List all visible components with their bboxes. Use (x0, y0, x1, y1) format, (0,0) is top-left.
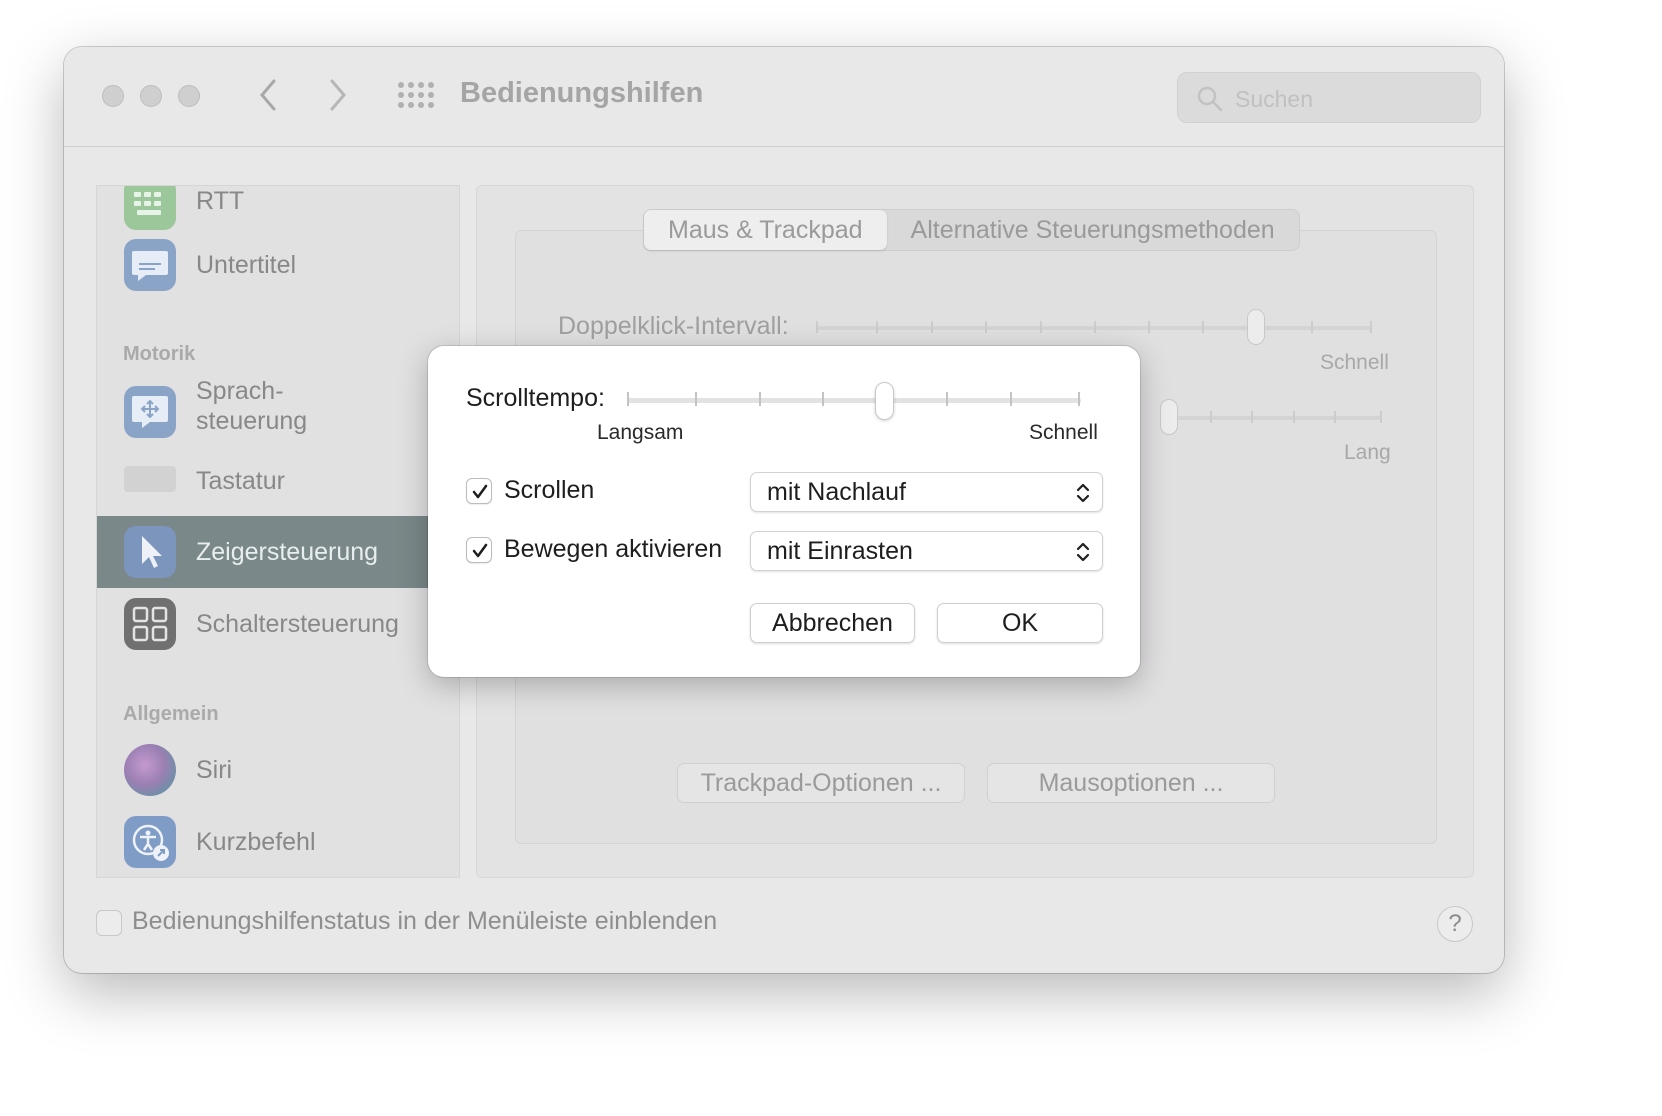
keyboard-icon (124, 466, 176, 492)
move-checkbox[interactable] (466, 537, 492, 563)
sidebar-item-siri[interactable]: Siri (97, 734, 459, 806)
slider-tick (759, 392, 761, 406)
sidebar-item-label: Schaltersteuerung (196, 610, 399, 638)
checkmark-icon (472, 484, 488, 499)
tab-maus-trackpad[interactable]: Maus & Trackpad (644, 210, 887, 250)
slider-tick (1370, 321, 1372, 333)
zoom-window-button[interactable] (178, 85, 200, 107)
close-window-button[interactable] (102, 85, 124, 107)
menu-bar-status-label: Bedienungshilfenstatus in der Menüleiste… (132, 907, 718, 935)
scroll-checkbox-label: Scrollen (504, 476, 595, 504)
voice-control-icon (124, 386, 176, 438)
slider-tick (1210, 411, 1212, 423)
captions-icon (124, 239, 176, 291)
forward-arrow-icon[interactable] (322, 77, 352, 113)
siri-icon (124, 744, 176, 796)
title-bar: Bedienungshilfen Suchen (64, 47, 1504, 147)
move-checkbox-label: Bewegen aktivieren (504, 535, 723, 563)
slider-tick (946, 392, 948, 406)
slider-tick (1040, 321, 1042, 333)
sidebar-item-rtt[interactable]: RTT (97, 186, 459, 234)
move-mode-value: mit Einrasten (767, 537, 913, 565)
help-button[interactable]: ? (1437, 906, 1473, 942)
cancel-button[interactable]: Abbrechen (750, 603, 915, 643)
sidebar-item-schaltersteuerung[interactable]: Schaltersteuerung (97, 588, 459, 660)
slider-tick (1202, 321, 1204, 333)
ok-button[interactable]: OK (937, 603, 1103, 643)
slider-tick (695, 392, 697, 406)
menu-bar-status-checkbox[interactable] (96, 910, 122, 936)
sidebar-item-tastatur[interactable]: Tastatur (97, 446, 459, 518)
slider-tick (931, 321, 933, 333)
sidebar-item-label: RTT (196, 187, 245, 215)
sidebar-item-label: Sprach- (196, 377, 284, 405)
slider-tick (1078, 392, 1080, 406)
slider-tick (816, 321, 818, 333)
second-slider-knob[interactable] (1160, 399, 1178, 435)
section-header-motorik: Motorik (123, 343, 196, 365)
slider-min-label: Langsam (597, 421, 684, 444)
sidebar-item-label: Kurzbefehl (196, 828, 316, 856)
slider-tick (1094, 321, 1096, 333)
keyboard-rtt-icon (124, 186, 176, 230)
second-slider-track[interactable] (1166, 416, 1382, 420)
sidebar-item-sprachsteuerung[interactable]: Sprach- steuerung (97, 376, 459, 452)
search-field[interactable]: Suchen (1177, 72, 1481, 123)
slider-tick (1010, 392, 1012, 406)
sidebar-item-label: Zeigersteuerung (196, 538, 379, 566)
back-arrow-icon[interactable] (254, 77, 284, 113)
scroll-checkbox[interactable] (466, 478, 492, 504)
search-placeholder: Suchen (1235, 86, 1314, 112)
accessibility-shortcut-icon (124, 816, 176, 868)
section-header-allgemein: Allgemein (123, 703, 219, 725)
slider-tick (1251, 411, 1253, 423)
sidebar-item-label: Siri (196, 756, 233, 784)
sidebar: RTT Untertitel Motorik Sprach- steuerung… (96, 185, 460, 878)
trackpad-options-button[interactable]: Trackpad-Optionen ... (677, 763, 965, 803)
double-click-slider-knob[interactable] (1247, 309, 1265, 345)
switch-control-icon (124, 598, 176, 650)
double-click-interval-label: Doppelklick-Intervall: (558, 312, 789, 340)
slider-tick (1293, 411, 1295, 423)
scroll-mode-value: mit Nachlauf (767, 478, 906, 506)
checkmark-icon (472, 543, 488, 558)
slider-tick (876, 321, 878, 333)
double-click-max-label: Schnell (1320, 351, 1389, 374)
slider-tick (1311, 321, 1313, 333)
scroll-options-dialog: Scrolltempo: Langsam Schnell Scrollen mi… (428, 346, 1140, 677)
sidebar-item-label-line2: steuerung (196, 407, 308, 435)
popup-chevrons-icon (1076, 542, 1090, 562)
slider-tick (1380, 411, 1382, 423)
scroll-speed-label: Scrolltempo: (466, 384, 605, 412)
slider-tick (1148, 321, 1150, 333)
scroll-speed-slider-knob[interactable] (875, 382, 894, 420)
mouse-options-button[interactable]: Mausoptionen ... (987, 763, 1275, 803)
scroll-mode-popup[interactable]: mit Nachlauf (750, 472, 1103, 512)
minimize-window-button[interactable] (140, 85, 162, 107)
tab-alternative-steuerungsmethoden[interactable]: Alternative Steuerungsmethoden (887, 210, 1299, 250)
second-slider-max-label: Lang (1344, 441, 1391, 464)
slider-tick (822, 392, 824, 406)
move-mode-popup[interactable]: mit Einrasten (750, 531, 1103, 571)
sidebar-item-label: Tastatur (196, 467, 285, 495)
search-icon (1197, 86, 1223, 112)
slider-tick (627, 392, 629, 406)
sidebar-item-zeigersteuerung[interactable]: Zeigersteuerung (97, 516, 459, 588)
pointer-icon (124, 526, 176, 578)
tab-segmented-control: Maus & Trackpad Alternative Steuerungsme… (643, 209, 1300, 251)
slider-max-label: Schnell (1029, 421, 1098, 444)
show-all-grid-icon[interactable] (398, 82, 434, 110)
sidebar-item-kurzbefehl[interactable]: Kurzbefehl (97, 806, 459, 877)
slider-tick (1334, 411, 1336, 423)
popup-chevrons-icon (1076, 483, 1090, 503)
window-title: Bedienungshilfen (460, 77, 704, 109)
sidebar-item-label: Untertitel (196, 251, 297, 279)
slider-tick (985, 321, 987, 333)
sidebar-item-untertitel[interactable]: Untertitel (97, 229, 459, 301)
